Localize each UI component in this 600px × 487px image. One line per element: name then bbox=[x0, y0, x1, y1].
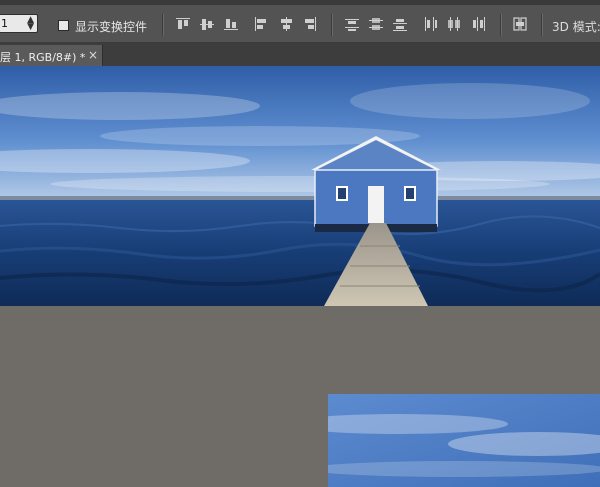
separator bbox=[331, 14, 332, 36]
dropdown-value: 1 bbox=[1, 17, 8, 30]
document-tab[interactable]: 层 1, RGB/8#) * × bbox=[0, 45, 103, 66]
spinner-arrows-icon: ▲ ▼ bbox=[27, 15, 34, 32]
align-horizontal-center-icon[interactable] bbox=[278, 16, 294, 32]
show-transform-controls-checkbox[interactable] bbox=[58, 20, 69, 31]
duplicate-photo-layer bbox=[328, 394, 600, 487]
3d-mode-label: 3D 模式: bbox=[552, 20, 600, 34]
document-canvas[interactable] bbox=[0, 66, 600, 487]
close-icon[interactable]: × bbox=[88, 48, 98, 62]
align-vertical-center-icon[interactable] bbox=[199, 16, 215, 32]
boathouse-photo-layer bbox=[0, 66, 600, 306]
distribute-top-icon[interactable] bbox=[344, 16, 360, 32]
align-bottom-icon[interactable] bbox=[223, 16, 239, 32]
distribute-bottom-icon[interactable] bbox=[392, 16, 408, 32]
auto-select-dropdown[interactable]: 1 ▲ ▼ bbox=[0, 14, 38, 33]
distribute-right-icon[interactable] bbox=[470, 16, 486, 32]
auto-align-layers-icon[interactable] bbox=[512, 16, 528, 32]
show-transform-controls-label: 显示变换控件 bbox=[75, 20, 148, 34]
document-tab-title: 层 1, RGB/8#) * bbox=[0, 51, 86, 64]
distribute-left-icon[interactable] bbox=[422, 16, 438, 32]
distribute-vertical-center-icon[interactable] bbox=[368, 16, 384, 32]
document-tab-bar: 层 1, RGB/8#) * × bbox=[0, 43, 600, 66]
align-right-icon[interactable] bbox=[302, 16, 318, 32]
options-bar: 1 ▲ ▼ 显示变换控件 3D 模式: bbox=[0, 5, 600, 43]
separator bbox=[541, 14, 542, 36]
separator bbox=[162, 14, 163, 36]
separator bbox=[500, 14, 501, 36]
align-left-icon[interactable] bbox=[253, 16, 269, 32]
distribute-horizontal-center-icon[interactable] bbox=[446, 16, 462, 32]
align-top-icon[interactable] bbox=[175, 16, 191, 32]
